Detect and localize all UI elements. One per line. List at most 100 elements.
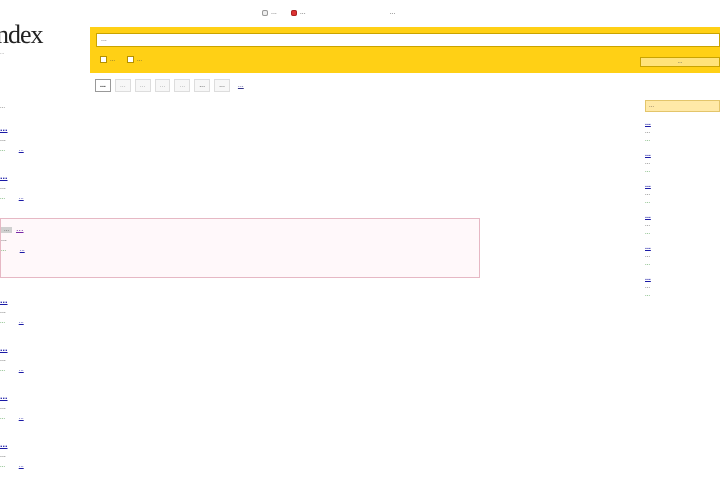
result-url: ... ...	[0, 415, 470, 421]
sidebar-ad-text: ...	[645, 284, 651, 290]
sidebar-ad-item: ... ... ...	[645, 151, 720, 174]
sidebar-ad-url[interactable]: ...	[645, 137, 720, 143]
sidebar-ad-item: ... ... ...	[645, 213, 720, 236]
result-region-link[interactable]: ...	[19, 147, 24, 153]
result-extra-link[interactable]: ...	[19, 319, 24, 325]
results-list-2: ... ... ... ... ... ... ... ... ... ... …	[0, 295, 470, 480]
checkbox-icon	[127, 56, 135, 63]
checkbox-icon	[100, 56, 107, 63]
result-title-link[interactable]: ...	[0, 171, 470, 181]
results-count: ...	[0, 104, 6, 110]
result-item: ... ... ... ...	[0, 343, 470, 391]
result-url-text[interactable]: ...	[0, 415, 5, 421]
result-url: ... ...	[0, 319, 470, 325]
sidebar-ad-item: ... ... ...	[645, 275, 720, 298]
sidebar-ad-url[interactable]: ...	[645, 168, 720, 174]
scope-option-2-label: ...	[299, 9, 306, 16]
sidebar-ad-title-link[interactable]: ...	[645, 151, 720, 158]
tab-search[interactable]: ...	[95, 79, 111, 92]
sidebar-ad-title-link[interactable]: ...	[645, 120, 720, 127]
sidebar-ad-title-link[interactable]: ...	[645, 213, 720, 220]
sidebar-ad-text: ...	[645, 191, 651, 197]
result-url: ... ...	[0, 463, 470, 469]
result-snippet: ...	[0, 404, 6, 411]
search-filter-2[interactable]: ...	[127, 56, 142, 63]
result-snippet: ...	[0, 356, 6, 363]
sidebar-ad-item: ... ... ...	[645, 244, 720, 267]
result-title-link[interactable]: ...	[0, 343, 470, 353]
search-filter-1[interactable]: ...	[100, 56, 115, 63]
radio-icon	[262, 9, 268, 16]
tab-7[interactable]: ...	[214, 79, 230, 92]
result-url-text[interactable]: ...	[0, 319, 5, 325]
sidebar-ad-url[interactable]: ...	[645, 292, 720, 298]
ad-result: ...... ... ... ...	[0, 218, 480, 278]
radio-checked-icon	[290, 9, 297, 16]
search-input[interactable]: ...	[96, 33, 720, 47]
scope-option-1[interactable]: ...	[262, 9, 277, 16]
search-scope-options: ... ... ...	[262, 9, 396, 16]
sidebar-ad-text: ...	[645, 253, 651, 259]
result-item: ... ... ... ...	[0, 391, 470, 439]
result-snippet: ...	[0, 136, 6, 143]
result-url-text[interactable]: ...	[0, 147, 5, 153]
result-title-link[interactable]: ...	[0, 295, 470, 305]
logo-subtitle: ...	[0, 50, 5, 56]
result-url: ... ...	[0, 195, 470, 201]
sidebar-ad-text: ...	[645, 160, 651, 166]
search-button[interactable]: ...	[640, 57, 720, 67]
result-item: ... ... ... ...	[0, 123, 470, 171]
logo[interactable]: ndex ...	[0, 20, 60, 57]
result-item: ... ... ... ...	[0, 171, 470, 219]
ad-extra-link[interactable]: ...	[20, 247, 25, 253]
tab-6[interactable]: ...	[194, 79, 211, 92]
ad-title-text[interactable]: ...	[16, 223, 24, 233]
scope-option-2[interactable]: ...	[290, 9, 306, 16]
result-region-link[interactable]: ...	[19, 195, 24, 201]
search-filters: ... ...	[100, 56, 142, 63]
tab-more[interactable]: ...	[234, 80, 248, 91]
result-extra-link[interactable]: ...	[19, 415, 24, 421]
sidebar-ad-title-link[interactable]: ...	[645, 244, 720, 251]
sidebar-ad-text: ...	[645, 129, 651, 135]
result-title-link[interactable]: ...	[0, 123, 470, 133]
ad-title-link[interactable]: ......	[1, 223, 479, 233]
sidebar-ad-url[interactable]: ...	[645, 230, 720, 236]
vertical-tabs: ... ... ... ... ... ... ... ...	[95, 79, 248, 92]
ad-url: ... ...	[1, 247, 479, 253]
search-filter-2-label: ...	[137, 56, 143, 63]
result-url-text[interactable]: ...	[0, 195, 5, 201]
sidebar-ad-url[interactable]: ...	[645, 261, 720, 267]
result-extra-link[interactable]: ...	[19, 367, 24, 373]
sidebar-header[interactable]: ...	[645, 100, 720, 112]
result-title-link[interactable]: ...	[0, 391, 470, 401]
search-filter-1-label: ...	[110, 56, 116, 63]
result-url-text[interactable]: ...	[0, 367, 5, 373]
ad-url-text[interactable]: ...	[1, 247, 6, 253]
result-snippet: ...	[0, 184, 6, 191]
result-item: ... ... ... ...	[0, 439, 470, 480]
tab-2[interactable]: ...	[114, 79, 131, 92]
ad-snippet: ...	[1, 236, 7, 243]
top-right-link[interactable]: ...	[390, 9, 396, 16]
result-item: ... ... ... ...	[0, 295, 470, 343]
result-snippet: ...	[0, 452, 6, 459]
logo-wordmark: ndex	[0, 20, 44, 49]
sidebar-ad-text: ...	[645, 222, 651, 228]
sidebar-ad-title-link[interactable]: ...	[645, 275, 720, 282]
result-url-text[interactable]: ...	[0, 463, 5, 469]
sidebar-ad-url[interactable]: ...	[645, 199, 720, 205]
results-list: ... ... ... ... ... ... ... ... ...... .…	[0, 123, 480, 469]
sidebar-ads: ... ... ... ... ... ... ... ... ... ... …	[645, 100, 720, 298]
result-url: ... ...	[0, 147, 470, 153]
result-snippet: ...	[0, 308, 6, 315]
tab-5[interactable]: ...	[174, 79, 191, 92]
sidebar-ad-item: ... ... ...	[645, 182, 720, 205]
sidebar-ad-item: ... ... ...	[645, 120, 720, 143]
scope-option-1-label: ...	[271, 9, 277, 16]
result-title-link[interactable]: ...	[0, 439, 470, 449]
result-extra-link[interactable]: ...	[19, 463, 24, 469]
tab-4[interactable]: ...	[154, 79, 171, 92]
sidebar-ad-title-link[interactable]: ...	[645, 182, 720, 189]
tab-3[interactable]: ...	[134, 79, 151, 92]
